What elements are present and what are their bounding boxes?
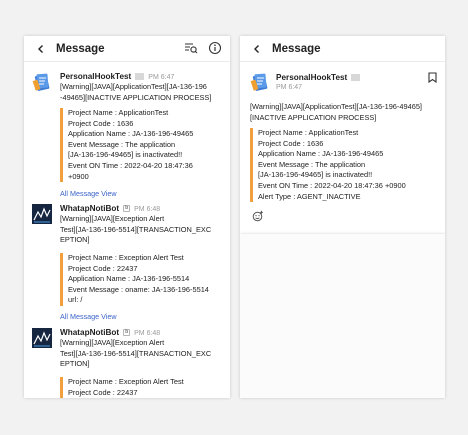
page-title: Message xyxy=(56,42,105,55)
body-line: Project Code : 22437 xyxy=(68,387,138,397)
body-line: Project Name : ApplicationTest xyxy=(258,128,359,137)
message-time: PM 6:48 xyxy=(134,206,161,213)
body-line: Application Name : JA-136-196-5514 xyxy=(68,274,190,284)
body-line: [JA-136-196-49465] is inactivated!! xyxy=(258,170,373,180)
body-line: Project Code : 1636 xyxy=(258,138,324,148)
body-line: Alert Type : AGENT_INACTIVE xyxy=(258,191,361,201)
sender-row: PersonalHookTest xyxy=(276,73,361,82)
avatar xyxy=(250,73,268,91)
avatar xyxy=(32,73,50,91)
body-line: [JA-136-196-49465] is inactivated!! xyxy=(68,150,183,160)
message-body: Project Name : Exception Alert Test Proj… xyxy=(60,377,230,398)
message-detail-panel: Message PersonalHookTest PM 6:47 [Warnin… xyxy=(240,36,445,234)
info-button[interactable] xyxy=(208,41,222,55)
add-reaction-icon[interactable] xyxy=(252,210,264,222)
subject-line: EPTION] xyxy=(60,235,90,245)
message-time: PM 6:48 xyxy=(134,330,161,337)
bookmark-icon[interactable] xyxy=(428,72,437,83)
bot-badge-icon: b xyxy=(123,329,131,337)
body-line: Project Code : 1636 xyxy=(68,118,134,128)
subject-line: Test][JA-136-196-5514][TRANSACTION_EXC xyxy=(60,348,212,358)
all-message-view-link[interactable]: All Message View xyxy=(60,189,117,198)
body-line: Project Code : 22437 xyxy=(68,263,138,273)
message-body: Project Name : ApplicationTest Project C… xyxy=(60,108,230,183)
all-message-view-link[interactable]: All Message View xyxy=(60,312,117,321)
chevron-left-icon xyxy=(38,44,43,53)
sender-name: WhatapNotiBot xyxy=(60,328,120,337)
sender-row: WhatapNotiBot b PM 6:48 xyxy=(60,328,160,337)
sender-name: PersonalHookTest xyxy=(60,72,132,81)
sender-tag xyxy=(351,74,361,82)
sender-row: PersonalHookTest PM 6:47 xyxy=(60,72,174,81)
body-line: Event ON Time : 2022-04-20 18:47:36 xyxy=(68,160,193,170)
chevron-left-icon xyxy=(254,44,259,53)
avatar xyxy=(32,204,52,224)
info-icon xyxy=(208,41,222,55)
message-time: PM 6:47 xyxy=(148,74,175,81)
detail-empty-area xyxy=(240,234,445,398)
message-subject: [Warning][JAVA][ApplicationTest][JA-136-… xyxy=(250,102,440,123)
message-subject: [Warning][JAVA][Exception Alert Test][JA… xyxy=(60,214,226,246)
message-subject: [Warning][JAVA][Exception Alert Test][JA… xyxy=(60,338,226,370)
body-line: Application Name : JA-136-196-49465 xyxy=(258,149,384,159)
message-body: Project Name : ApplicationTest Project C… xyxy=(250,128,443,203)
body-line: +0900 xyxy=(68,171,89,181)
sender-row: WhatapNotiBot b PM 6:48 xyxy=(60,204,160,213)
message-header: Message xyxy=(240,36,445,62)
sender-name: PersonalHookTest xyxy=(276,73,348,82)
message-header: Message xyxy=(24,36,230,62)
subject-line: [INACTIVE APPLICATION PROCESS] xyxy=(250,112,377,122)
subject-line: EPTION] xyxy=(60,359,90,369)
body-line: Project Name : ApplicationTest xyxy=(68,108,169,117)
body-line: url: / xyxy=(68,295,83,305)
subject-line: -49465][INACTIVE APPLICATION PROCESS] xyxy=(60,92,212,102)
subject-line: Test][JA-136-196-5514][TRANSACTION_EXC xyxy=(60,224,212,234)
sender-name: WhatapNotiBot xyxy=(60,204,120,213)
body-line: Project Name : Exception Alert Test xyxy=(68,377,184,386)
message-subject: [Warning][JAVA][ApplicationTest][JA-136-… xyxy=(60,82,226,103)
bot-badge-icon: b xyxy=(123,205,131,213)
body-line: Event Message : The application xyxy=(68,139,176,149)
body-line: Project Name : Exception Alert Test xyxy=(68,253,184,262)
subject-line: [Warning][JAVA][ApplicationTest][JA-136-… xyxy=(60,82,207,91)
subject-line: [Warning][JAVA][Exception Alert xyxy=(60,338,165,347)
sender-tag xyxy=(135,73,145,81)
body-line: Event ON Time : 2022-04-20 18:47:36 +090… xyxy=(258,180,406,190)
page-title: Message xyxy=(272,42,321,55)
message-list-panel: Message PersonalHookTest PM 6:47 [Warnin… xyxy=(24,36,230,398)
back-button[interactable] xyxy=(32,40,50,58)
body-line: Application Name : JA-136-196-49465 xyxy=(68,129,194,139)
message-body: Project Name : Exception Alert Test Proj… xyxy=(60,253,230,306)
subject-line: [Warning][JAVA][ApplicationTest][JA-136-… xyxy=(250,102,422,111)
body-line: Event Message : oname: JA-136-196-5514 xyxy=(68,284,209,294)
avatar xyxy=(32,328,52,348)
message-time: PM 6:47 xyxy=(276,84,303,91)
body-line: Event Message : The application xyxy=(258,159,366,169)
list-search-icon xyxy=(185,43,198,54)
list-search-button[interactable] xyxy=(184,41,198,55)
back-button[interactable] xyxy=(248,40,266,58)
subject-line: [Warning][JAVA][Exception Alert xyxy=(60,214,165,223)
